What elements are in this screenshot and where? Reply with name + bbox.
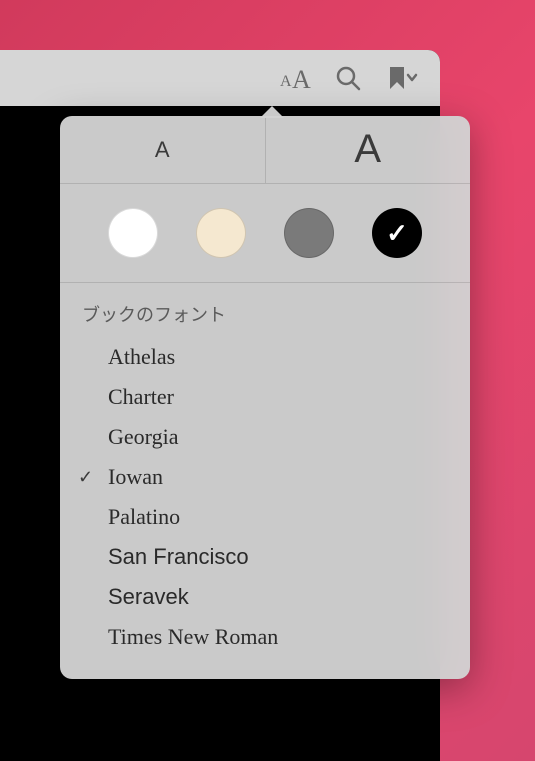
theme-white[interactable]	[108, 208, 158, 258]
font-item-seravek[interactable]: Seravek	[60, 577, 470, 617]
font-label: Seravek	[108, 584, 189, 610]
font-label: San Francisco	[108, 544, 249, 570]
reader-toolbar: A A	[0, 50, 440, 106]
font-item-charter[interactable]: Charter	[60, 377, 470, 417]
font-size-buttons: A A	[60, 116, 470, 184]
font-label: Times New Roman	[108, 624, 278, 650]
theme-sepia[interactable]	[196, 208, 246, 258]
font-section: ブックのフォント Athelas Charter Georgia ✓ Iowan…	[60, 283, 470, 679]
font-item-palatino[interactable]: Palatino	[60, 497, 470, 537]
increase-font-button[interactable]: A	[266, 116, 471, 183]
svg-text:A: A	[280, 73, 292, 90]
font-label: Athelas	[108, 344, 175, 370]
font-size-icon: A A	[276, 64, 312, 92]
large-a-label: A	[354, 127, 381, 172]
theme-black[interactable]: ✓	[372, 208, 422, 258]
theme-swatches: ✓	[60, 184, 470, 283]
font-item-athelas[interactable]: Athelas	[60, 337, 470, 377]
font-item-sanfrancisco[interactable]: San Francisco	[60, 537, 470, 577]
font-item-georgia[interactable]: Georgia	[60, 417, 470, 457]
checkmark-icon: ✓	[78, 467, 93, 488]
font-label: Iowan	[108, 464, 163, 490]
font-label: Georgia	[108, 424, 178, 450]
small-a-label: A	[155, 137, 170, 163]
bookmark-button[interactable]	[384, 64, 420, 92]
svg-text:A: A	[292, 65, 311, 92]
font-label: Charter	[108, 384, 174, 410]
font-item-tnr[interactable]: Times New Roman	[60, 617, 470, 657]
font-label: Palatino	[108, 504, 180, 530]
font-settings-button[interactable]: A A	[276, 64, 312, 92]
appearance-popover: A A ✓ ブックのフォント Athelas Charter Georgia ✓	[60, 116, 470, 679]
checkmark-icon: ✓	[386, 218, 408, 249]
font-section-header: ブックのフォント	[60, 301, 470, 337]
decrease-font-button[interactable]: A	[60, 116, 266, 183]
font-list: Athelas Charter Georgia ✓ Iowan Palatino…	[60, 337, 470, 657]
search-icon	[334, 64, 362, 92]
search-button[interactable]	[334, 64, 362, 92]
bookmark-icon	[384, 64, 420, 92]
font-item-iowan[interactable]: ✓ Iowan	[60, 457, 470, 497]
theme-gray[interactable]	[284, 208, 334, 258]
